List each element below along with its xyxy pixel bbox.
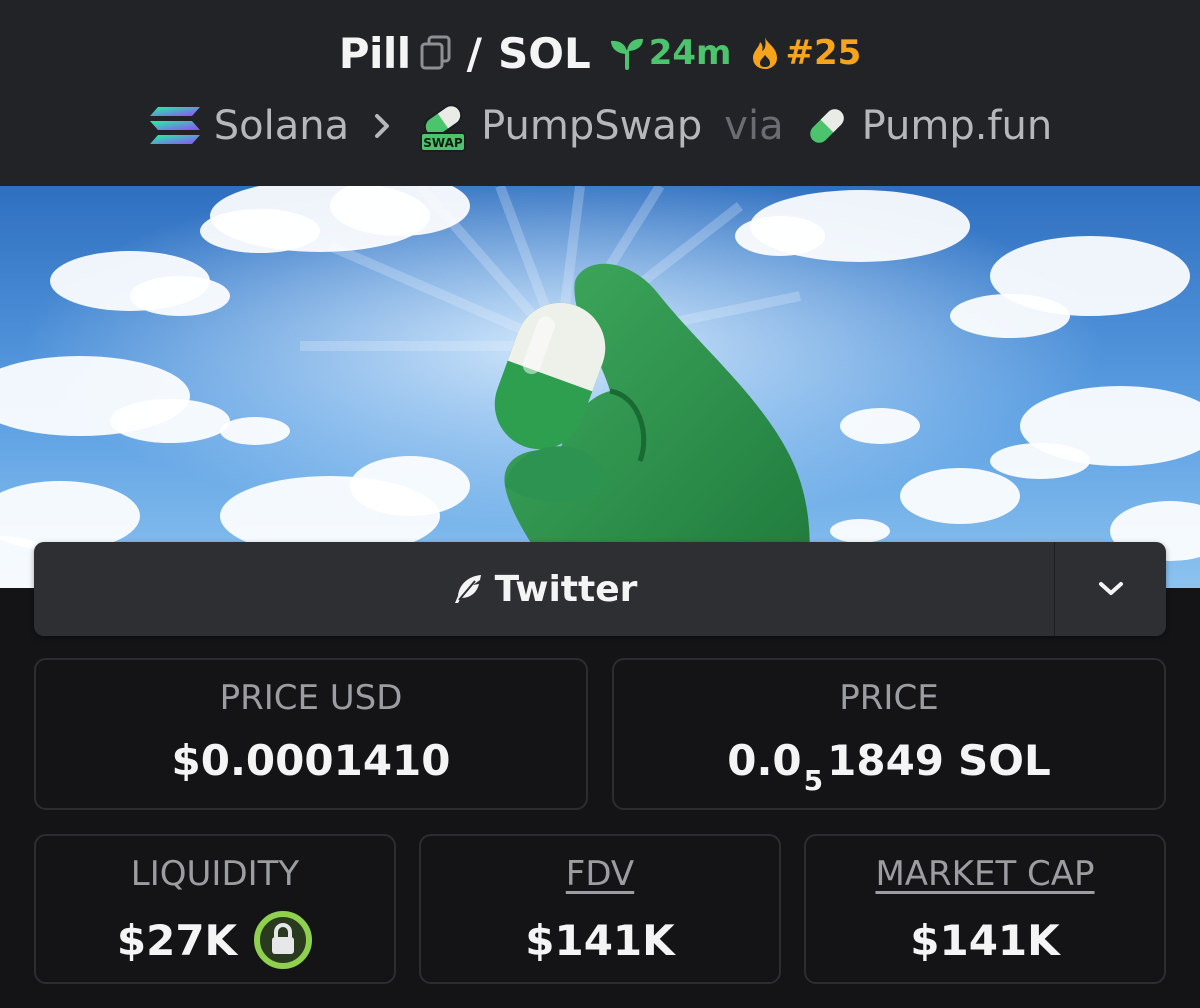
breadcrumb-chain-label: Solana <box>213 103 350 149</box>
token-banner-image <box>0 186 1200 588</box>
liquidity-card: LIQUIDITY $27K <box>34 834 396 984</box>
pair-header: Pill / SOL 24m #25 Solana SWAP PumpSwap … <box>0 0 1200 186</box>
fdv-card: FDV $141K <box>419 834 781 984</box>
seedling-icon <box>610 38 643 70</box>
pair-age-text: 24m <box>648 33 732 73</box>
pumpswap-logo-icon: SWAP <box>420 104 467 152</box>
via-text: via <box>724 103 784 149</box>
price-native-card: PRICE 0.0 5 1849 SOL <box>612 658 1166 810</box>
price-native-value: 0.0 5 1849 SOL <box>614 736 1164 797</box>
price-usd-value: $0.0001410 <box>171 736 451 785</box>
base-token-symbol: Pill <box>338 28 411 78</box>
price-native-prefix: 0.0 <box>727 736 802 785</box>
price-native-unit: SOL <box>958 736 1051 785</box>
flame-icon <box>753 37 778 69</box>
trending-rank-badge[interactable]: #25 <box>749 33 861 73</box>
price-native-zero-count: 5 <box>803 764 824 797</box>
solana-logo-icon <box>149 107 200 144</box>
trending-rank-text: #25 <box>785 33 862 73</box>
breadcrumb-launchpad[interactable]: Pump.fun <box>804 103 1053 149</box>
market-cap-card: MARKET CAP $141K <box>804 834 1166 984</box>
fdv-value: $141K <box>525 915 675 965</box>
pair-separator: / <box>466 28 483 78</box>
breadcrumb-chain[interactable]: Solana <box>148 103 349 149</box>
price-native-digits: 1849 <box>827 736 945 785</box>
social-links-bar: Twitter <box>34 542 1166 636</box>
liquidity-value: $27K <box>116 915 238 965</box>
twitter-label: Twitter <box>494 568 638 610</box>
pill-icon <box>809 109 844 143</box>
feather-icon <box>454 575 481 603</box>
pair-title: Pill / SOL 24m #25 <box>0 22 1200 84</box>
socials-dropdown-button[interactable] <box>1054 542 1166 636</box>
breadcrumb-dex-label: PumpSwap <box>481 103 703 149</box>
liquidity-value-row: $27K <box>36 910 394 970</box>
market-cap-value: $141K <box>910 915 1060 965</box>
price-usd-card: PRICE USD $0.0001410 <box>34 658 588 810</box>
breadcrumb-launchpad-label: Pump.fun <box>861 103 1053 149</box>
market-cap-label[interactable]: MARKET CAP <box>806 854 1164 894</box>
breadcrumb: Solana SWAP PumpSwap via Pump.fun <box>0 96 1200 156</box>
chevron-down-icon <box>1098 582 1123 595</box>
twitter-button[interactable]: Twitter <box>34 542 1054 636</box>
liquidity-label: LIQUIDITY <box>130 854 300 894</box>
pumpswap-badge-text: SWAP <box>423 136 463 150</box>
chevron-right-icon <box>373 112 391 140</box>
price-native-label: PRICE <box>839 678 939 718</box>
lock-icon[interactable] <box>253 910 313 970</box>
quote-token-symbol: SOL <box>498 28 591 78</box>
price-usd-label: PRICE USD <box>219 678 403 718</box>
copy-icon[interactable] <box>419 35 453 71</box>
fdv-label[interactable]: FDV <box>421 854 779 894</box>
pair-age-badge: 24m <box>609 33 732 73</box>
breadcrumb-dex[interactable]: SWAP PumpSwap <box>417 99 702 153</box>
